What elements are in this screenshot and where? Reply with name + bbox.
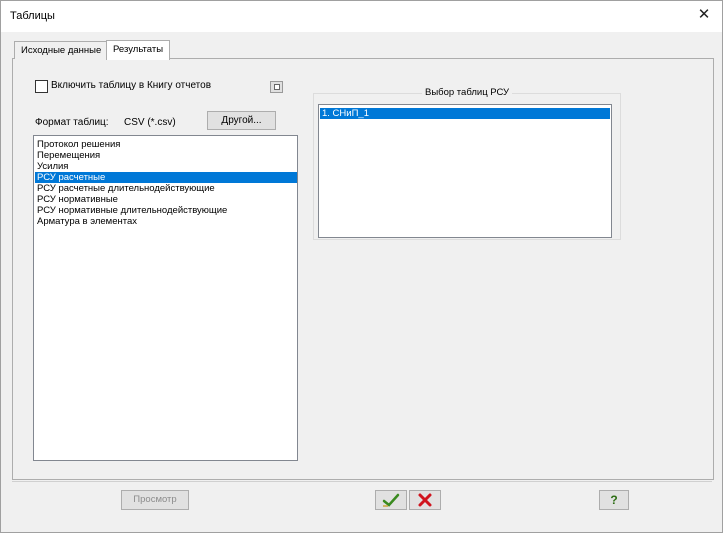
cancel-button[interactable]: [409, 490, 441, 510]
divider: [12, 481, 712, 482]
list-item-selected[interactable]: РСУ расчетные: [35, 172, 297, 183]
rsu-listbox[interactable]: 1. СНиП_1: [318, 104, 612, 238]
list-item[interactable]: РСУ нормативные длительнодействующие: [35, 205, 297, 216]
list-item[interactable]: РСУ нормативные: [35, 194, 297, 205]
include-report-label: Включить таблицу в Книгу отчетов: [51, 80, 212, 91]
tables-listbox[interactable]: Протокол решения Перемещения Усилия РСУ …: [33, 135, 298, 461]
format-label: Формат таблиц:: [35, 117, 109, 128]
other-format-button[interactable]: Другой...: [207, 111, 276, 130]
rsu-group-title: Выбор таблиц РСУ: [422, 87, 513, 98]
title-bar: [1, 1, 722, 32]
ok-button[interactable]: [375, 490, 407, 510]
help-button[interactable]: ?: [599, 490, 629, 510]
tab-input-data[interactable]: Исходные данные: [14, 41, 109, 59]
book-icon[interactable]: [270, 81, 283, 93]
list-item[interactable]: Протокол решения: [35, 139, 297, 150]
list-item[interactable]: Перемещения: [35, 150, 297, 161]
list-item[interactable]: РСУ расчетные длительнодействующие: [35, 183, 297, 194]
list-item[interactable]: Усилия: [35, 161, 297, 172]
red-x-icon: [418, 493, 432, 507]
window-title: Таблицы: [10, 10, 55, 22]
checkmark-icon: [382, 493, 400, 507]
tab-results[interactable]: Результаты: [106, 40, 171, 60]
rsu-list-item[interactable]: 1. СНиП_1: [320, 108, 610, 119]
preview-button[interactable]: Просмотр: [121, 490, 189, 510]
list-item[interactable]: Арматура в элементах: [35, 216, 297, 227]
close-icon[interactable]: ✕: [695, 6, 713, 24]
format-value: CSV (*.csv): [124, 117, 176, 128]
include-report-checkbox[interactable]: [35, 80, 48, 93]
